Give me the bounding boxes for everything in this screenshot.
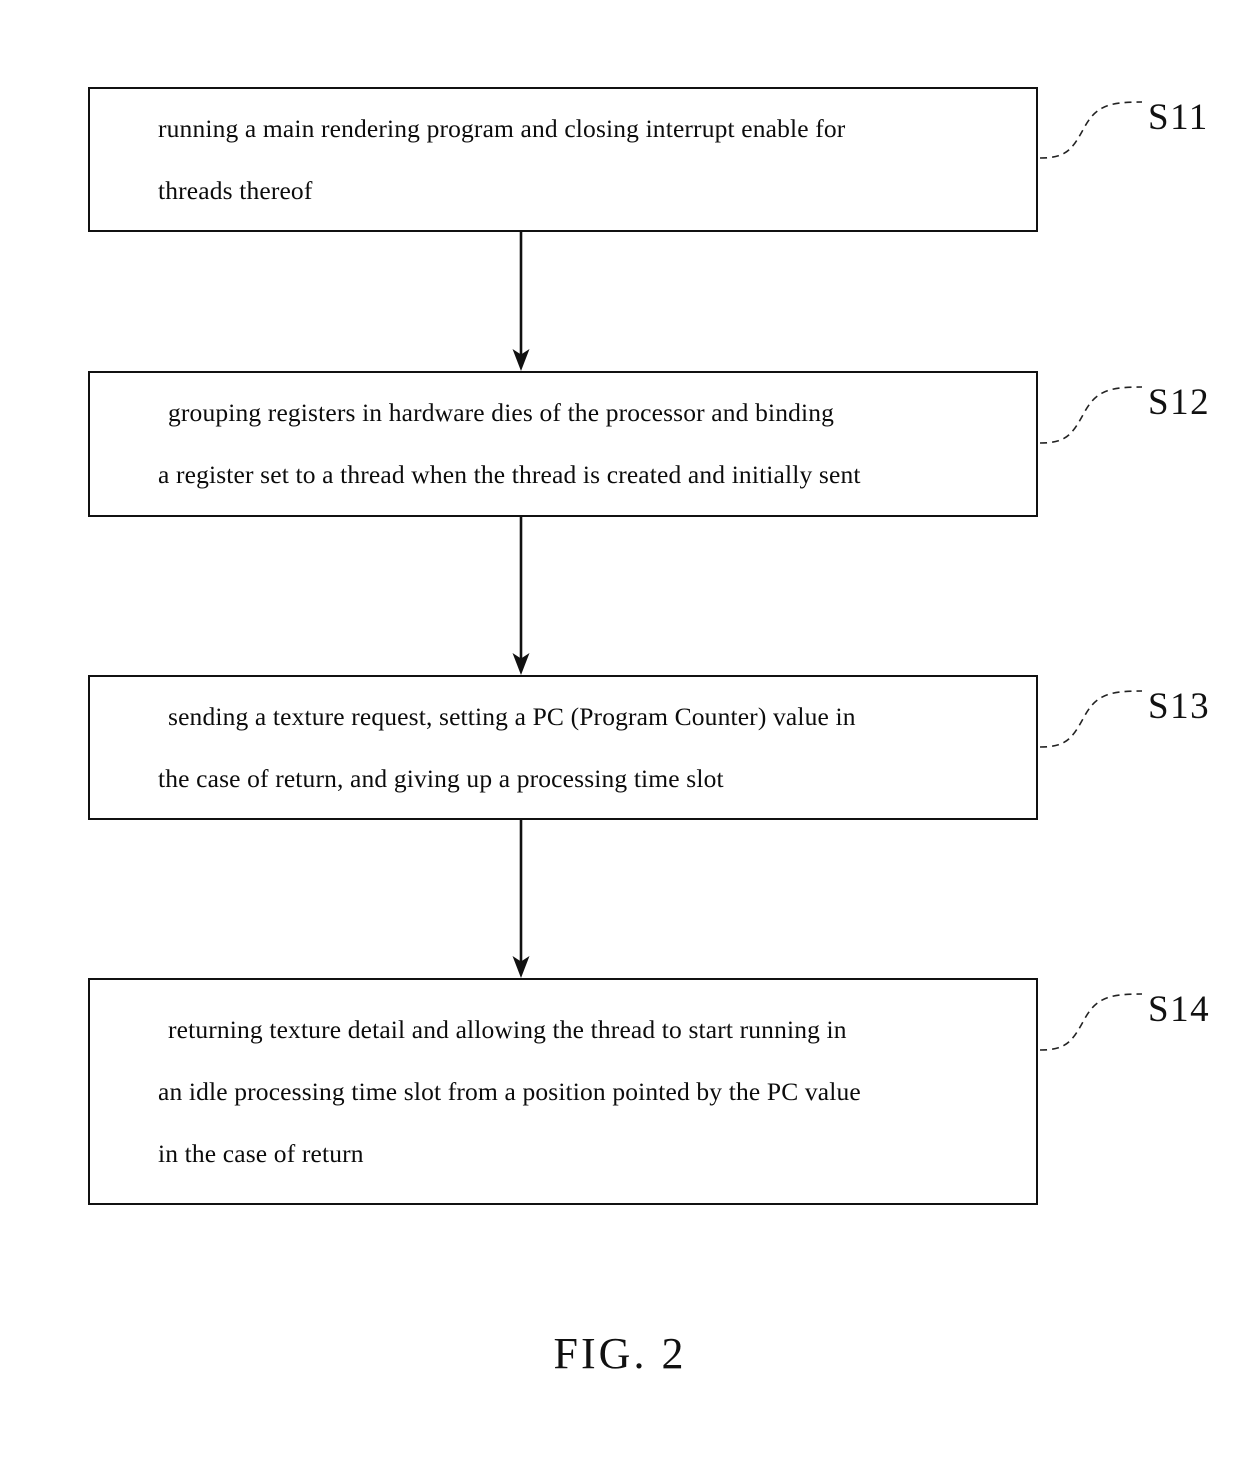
step-text-line: grouping registers in hardware dies of t… [168,398,835,427]
leader-line-s11 [1039,101,1143,159]
step-reference-label-s11: S11 [1148,97,1209,138]
leader-line-s12 [1039,386,1143,444]
step-text-line: the case of return, and giving up a proc… [158,763,724,793]
step-text-line: returning texture detail and allowing th… [168,1014,847,1044]
connector-arrow-s11-to-s12 [512,232,530,371]
connector-arrow-s13-to-s14 [512,820,530,978]
step-text-line: an idle processing time slot from a posi… [158,1076,861,1106]
flowchart-step-box-s14: returning texture detail and allowing th… [88,978,1038,1205]
step-text-line: threads thereof [158,175,313,205]
step-reference-label-s12: S12 [1148,382,1211,423]
patent-flowchart-figure: running a main rendering program and clo… [0,0,1240,1466]
step-text-line: sending a texture request, setting a PC … [168,701,856,731]
figure-caption: FIG. 2 [553,1329,687,1378]
flowchart-step-box-s11: running a main rendering program and clo… [88,87,1038,232]
step-reference-label-s13: S13 [1148,686,1211,727]
leader-line-s13 [1039,690,1143,748]
flowchart-step-box-s12: grouping registers in hardware dies of t… [88,371,1038,517]
step-text-line: running a main rendering program and clo… [158,113,846,143]
step-text-line: a register set to a thread when the thre… [158,460,861,489]
step-text-line: in the case of return [158,1138,364,1168]
flowchart-step-box-s13: sending a texture request, setting a PC … [88,675,1038,820]
connector-arrow-s12-to-s13 [512,517,530,675]
step-reference-label-s14: S14 [1148,989,1211,1030]
leader-line-s14 [1039,993,1143,1051]
